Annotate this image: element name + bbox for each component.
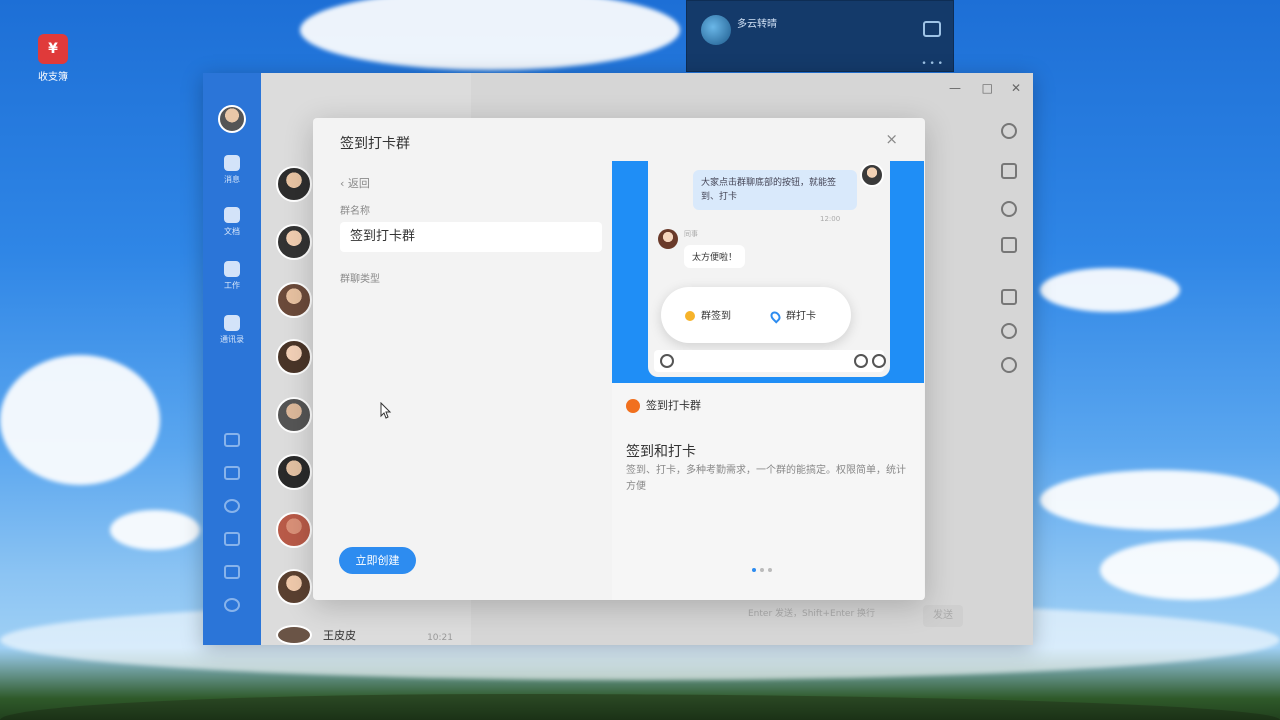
nav-item-contacts[interactable]: 通讯录 <box>203 315 261 345</box>
create-group-dialog: 签到打卡群 × ‹ 返回 群名称 签到打卡群 群聊类型 立即创建 大家点击群聊底… <box>313 118 925 600</box>
popup-item-checkin: 群签到 <box>685 307 731 322</box>
cloud <box>110 510 200 550</box>
minus-circle-icon[interactable] <box>1001 123 1017 139</box>
popup-label: 群打卡 <box>786 311 816 322</box>
contact-avatar[interactable] <box>276 569 312 605</box>
contact-avatar[interactable] <box>276 224 312 260</box>
popup-label: 群签到 <box>701 311 731 322</box>
group-type-label: 群聊类型 <box>340 274 380 285</box>
window-icon[interactable] <box>923 21 941 37</box>
phone-mockup: 大家点击群聊底部的按钮，就能签到、打卡 12:00 同事 太方便啦！ 群签到 群… <box>648 161 890 377</box>
message-bubble-left: 太方便啦！ <box>684 245 746 268</box>
weather-widget[interactable]: 多云转晴 • • • <box>686 0 954 72</box>
carousel-pager[interactable] <box>752 557 776 576</box>
nav-label: 通讯录 <box>220 335 244 344</box>
feature-title: 签到和打卡 <box>626 444 696 460</box>
contact-name: 王皮皮 <box>323 629 356 642</box>
contacts-icon <box>224 315 240 331</box>
phone-input-bar <box>654 350 886 372</box>
location-icon <box>768 308 783 324</box>
pager-dot[interactable] <box>752 568 756 572</box>
weather-text: 多云转晴 <box>737 19 777 30</box>
cloud <box>300 0 680 70</box>
plus-icon <box>872 354 886 368</box>
settings-icon[interactable] <box>224 598 240 612</box>
desktop-icon-label: 收支簿 <box>38 72 68 83</box>
mouse-cursor-icon <box>380 402 392 419</box>
feature-preview: 大家点击群聊底部的按钮，就能签到、打卡 12:00 同事 太方便啦！ 群签到 群… <box>612 161 924 600</box>
popup-item-clockin: 群打卡 <box>768 307 816 324</box>
contact-avatar[interactable] <box>276 282 312 318</box>
minimize-icon[interactable]: — <box>949 81 961 95</box>
group-name-input[interactable]: 签到打卡群 <box>340 222 602 252</box>
pin-icon[interactable] <box>224 499 240 513</box>
app-name-row: 签到打卡群 <box>626 397 701 413</box>
emoji-icon <box>854 354 868 368</box>
nav-label: 消息 <box>224 175 240 184</box>
app-store-icon[interactable] <box>1001 357 1017 373</box>
compass-icon[interactable] <box>1001 323 1017 339</box>
add-member-icon[interactable] <box>1001 163 1017 179</box>
desktop-icon[interactable]: ¥ 收支簿 <box>30 34 76 83</box>
cloud <box>1040 470 1280 530</box>
checkin-icon <box>685 311 695 321</box>
app-icon: ¥ <box>38 34 68 64</box>
avatar <box>658 229 678 249</box>
pager-dot[interactable] <box>768 568 772 572</box>
create-now-button[interactable]: 立即创建 <box>339 547 416 574</box>
cloud <box>0 355 160 485</box>
nav-label: 文档 <box>224 227 240 236</box>
pager-dot[interactable] <box>760 568 764 572</box>
avatar <box>860 163 884 187</box>
nav-item-docs[interactable]: 文档 <box>203 207 261 237</box>
calendar-icon[interactable] <box>224 433 240 447</box>
dialog-title: 签到打卡群 <box>340 136 410 152</box>
message-timestamp: 12:00 <box>820 215 841 223</box>
weather-icon <box>701 15 731 45</box>
sender-name: 同事 <box>684 230 698 238</box>
nav-label: 工作 <box>224 281 240 290</box>
preview-banner: 大家点击群聊底部的按钮，就能签到、打卡 12:00 同事 太方便啦！ 群签到 群… <box>612 161 924 383</box>
document-icon <box>224 207 240 223</box>
back-link[interactable]: ‹ 返回 <box>340 175 370 191</box>
link-icon[interactable] <box>224 532 240 546</box>
close-icon[interactable]: ✕ <box>1011 81 1021 95</box>
nav-item-work[interactable]: 工作 <box>203 261 261 291</box>
contact-avatar[interactable] <box>276 625 312 645</box>
mail-icon[interactable] <box>224 565 240 579</box>
group-name-label: 群名称 <box>340 206 370 217</box>
cloud <box>1100 540 1280 600</box>
contact-avatar[interactable] <box>276 512 312 548</box>
todo-icon[interactable] <box>224 466 240 480</box>
back-label: 返回 <box>347 177 370 190</box>
feature-description: 签到、打卡，多种考勤需求，一个群的能搞定。权限简单，统计方便 <box>626 465 906 492</box>
feature-popup: 群签到 群打卡 <box>661 287 851 343</box>
chat-icon <box>224 155 240 171</box>
sidebar-nav: 消息 文档 工作 通讯录 <box>203 73 261 645</box>
image-icon[interactable] <box>1001 289 1017 305</box>
app-name: 签到打卡群 <box>646 399 701 412</box>
close-icon[interactable]: × <box>885 130 898 148</box>
clock-icon[interactable] <box>1001 201 1017 217</box>
cloud <box>1040 268 1180 312</box>
contact-time: 10:21 <box>427 633 453 643</box>
contact-avatar[interactable] <box>276 454 312 490</box>
message-bubble-right: 大家点击群聊底部的按钮，就能签到、打卡 <box>693 170 857 210</box>
nav-item-messages[interactable]: 消息 <box>203 155 261 185</box>
horizon-hills <box>0 694 1280 720</box>
app-logo-icon <box>626 399 640 413</box>
contact-avatar[interactable] <box>276 339 312 375</box>
send-button[interactable]: 发送 <box>923 605 963 627</box>
folder-icon[interactable] <box>1001 237 1017 253</box>
maximize-icon[interactable]: □ <box>982 81 993 95</box>
contact-avatar[interactable] <box>276 166 312 202</box>
more-icon: • • • <box>921 59 943 69</box>
grid-icon <box>224 261 240 277</box>
contact-avatar[interactable] <box>276 397 312 433</box>
user-avatar[interactable] <box>218 105 246 133</box>
voice-icon <box>660 354 674 368</box>
